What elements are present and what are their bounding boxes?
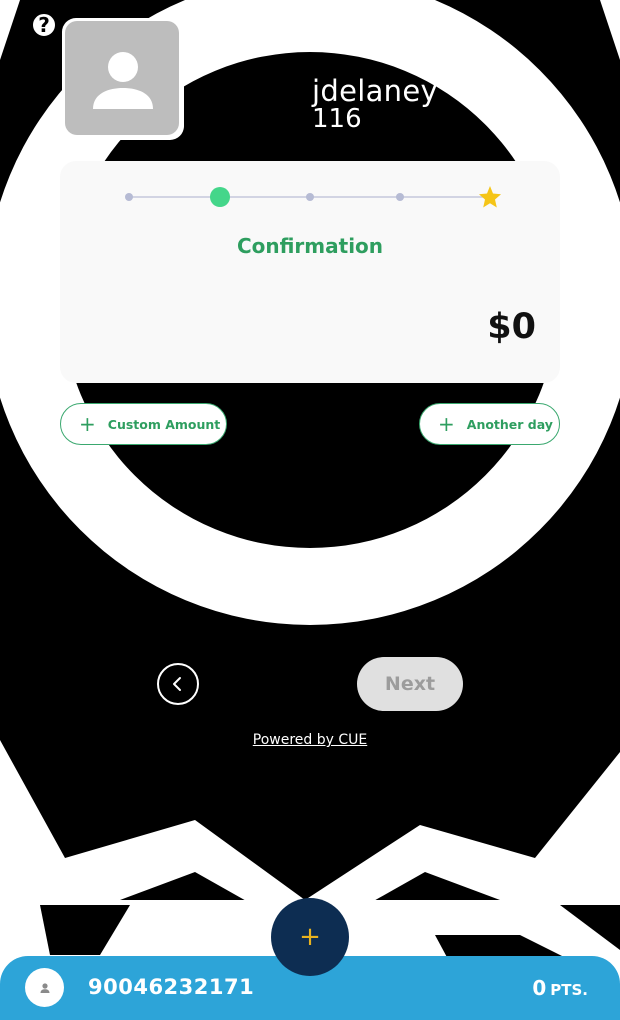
next-button[interactable]: Next	[357, 657, 463, 711]
step-dot	[306, 193, 314, 201]
another-day-button[interactable]: + Another day	[419, 403, 560, 445]
back-button[interactable]	[157, 663, 199, 705]
chevron-left-icon	[173, 677, 181, 691]
progress-stepper	[125, 186, 501, 208]
question-circle-icon: ?	[38, 13, 50, 37]
plus-icon: +	[299, 922, 321, 952]
amount-display: $0	[487, 307, 536, 347]
plus-icon: +	[79, 412, 96, 436]
plus-icon: +	[438, 412, 455, 436]
step-title: Confirmation	[236, 234, 384, 258]
step-dot-active	[210, 187, 230, 207]
another-day-label: Another day	[466, 416, 553, 432]
user-placeholder-icon	[93, 52, 153, 109]
powered-by-link[interactable]: Powered by CUE	[0, 732, 620, 748]
points-display: 0 PTS.	[532, 976, 588, 1000]
step-dot	[396, 193, 404, 201]
points-value: 0	[532, 976, 547, 1000]
account-avatar[interactable]	[25, 968, 64, 1007]
user-id: 116	[312, 104, 362, 134]
help-button[interactable]: ?	[30, 11, 58, 39]
points-unit: PTS.	[550, 981, 588, 999]
user-icon	[40, 982, 49, 993]
add-fab-button[interactable]: +	[271, 898, 349, 976]
background-logo-graphic	[0, 0, 620, 1020]
phone-number: 90046232171	[88, 975, 255, 999]
custom-amount-button[interactable]: + Custom Amount	[60, 403, 227, 445]
user-avatar	[62, 18, 184, 140]
custom-amount-label: Custom Amount	[107, 416, 221, 432]
step-dot	[125, 193, 133, 201]
confirmation-card: Confirmation $0	[60, 161, 560, 383]
star-icon	[479, 186, 501, 208]
user-name: jdelaney	[312, 74, 438, 108]
